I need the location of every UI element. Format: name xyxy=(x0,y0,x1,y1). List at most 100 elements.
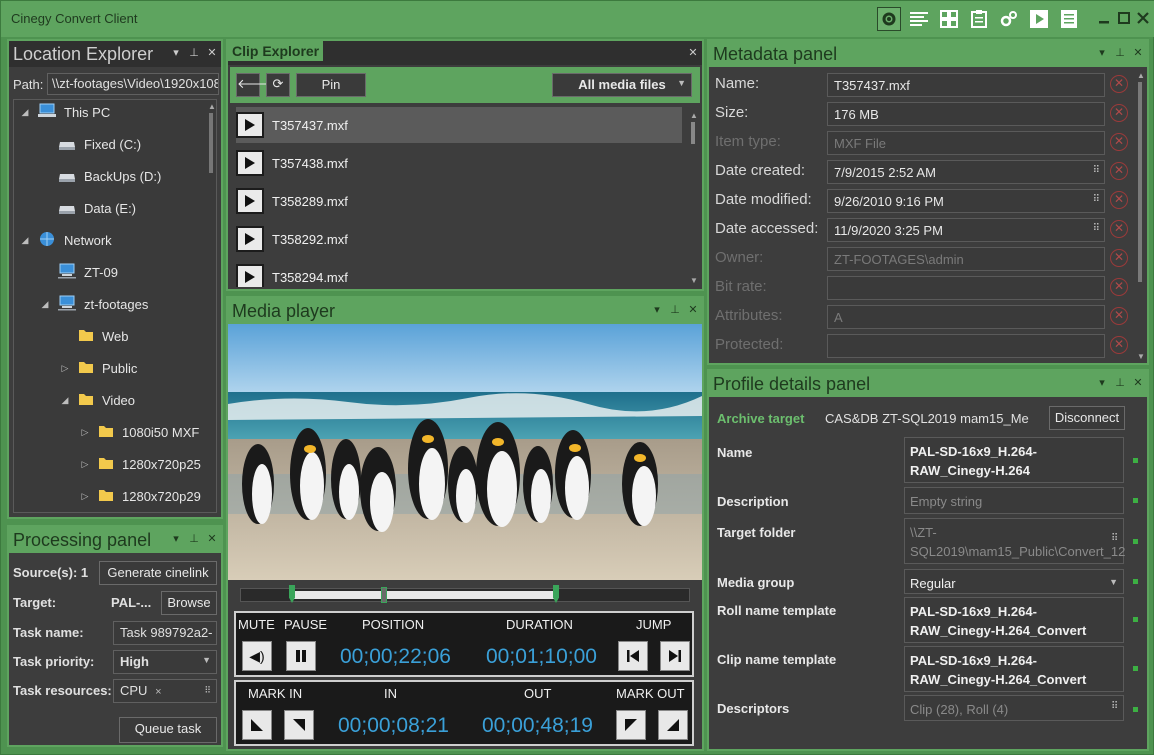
clear-icon[interactable]: ✕ xyxy=(1110,104,1128,122)
roll-name-field[interactable]: PAL-SD-16x9_H.264-RAW_Cinegy-H.264_Conve… xyxy=(904,597,1124,643)
tree-item[interactable]: ZT-09 xyxy=(40,262,118,282)
clipboard-icon[interactable] xyxy=(967,7,991,31)
clear-icon[interactable]: ✕ xyxy=(1110,162,1128,180)
date-picker-icon[interactable]: ⠿ xyxy=(1093,165,1100,176)
metadata-field[interactable]: 7/9/2015 2:52 AM ⠿ xyxy=(827,160,1105,184)
clear-icon[interactable]: ✕ xyxy=(1110,278,1128,296)
clear-icon[interactable]: ✕ xyxy=(1110,307,1128,325)
close-icon[interactable]: ✕ xyxy=(207,532,217,545)
clip-name-field[interactable]: PAL-SD-16x9_H.264-RAW_Cinegy-H.264_Conve… xyxy=(904,646,1124,692)
expand-arrow-icon[interactable]: ▷ xyxy=(60,363,70,374)
descriptors-picker-icon[interactable]: ⠿ xyxy=(1111,701,1118,712)
list-icon[interactable] xyxy=(907,7,931,31)
clip-item[interactable]: T358292.mxf xyxy=(236,221,682,257)
tree-item[interactable]: ▷ 1080i50 MXF xyxy=(80,422,200,442)
gear-icon[interactable] xyxy=(877,7,901,31)
expand-arrow-icon[interactable]: ◢ xyxy=(20,107,30,118)
metadata-scrollbar[interactable]: ▲ ▼ xyxy=(1137,71,1145,361)
dropdown-icon[interactable]: ▾ xyxy=(1097,46,1107,59)
tree-item[interactable]: ◢ zt-footages xyxy=(40,294,148,314)
timeline-track[interactable] xyxy=(240,585,690,603)
expand-arrow-icon[interactable]: ▷ xyxy=(80,491,90,502)
maximize-icon[interactable] xyxy=(1117,11,1131,25)
clear-icon[interactable]: ✕ xyxy=(1110,75,1128,93)
folder-picker-icon[interactable]: ⠿ xyxy=(1111,533,1118,544)
task-priority-select[interactable]: High ▼ xyxy=(113,650,217,674)
clip-item[interactable]: T357438.mxf xyxy=(236,145,682,181)
media-filter-select[interactable]: All media files ▼ xyxy=(552,73,692,97)
clip-item[interactable]: T358289.mxf xyxy=(236,183,682,219)
tree-item[interactable]: ◢ This PC xyxy=(20,102,110,122)
clear-icon[interactable]: ✕ xyxy=(1110,249,1128,267)
jump-start-button[interactable] xyxy=(618,641,648,671)
grid-icon[interactable] xyxy=(937,7,961,31)
pin-button[interactable]: Pin xyxy=(296,73,366,97)
generate-cinelink-button[interactable]: Generate cinelink xyxy=(99,561,217,585)
clear-icon[interactable]: ✕ xyxy=(1110,336,1128,354)
date-picker-icon[interactable]: ⠿ xyxy=(1093,223,1100,234)
play-icon[interactable] xyxy=(236,188,264,214)
mark-out-button[interactable] xyxy=(658,710,688,740)
disconnect-button[interactable]: Disconnect xyxy=(1049,406,1125,430)
close-icon[interactable]: ✕ xyxy=(207,46,217,59)
pin-icon[interactable]: ⊥ xyxy=(670,303,680,316)
queue-task-button[interactable]: Queue task xyxy=(119,717,217,743)
tree-item[interactable]: Fixed (C:) xyxy=(40,134,141,154)
video-frame[interactable] xyxy=(228,324,702,580)
browse-button[interactable]: Browse xyxy=(161,591,217,615)
tree-item[interactable]: ▷ 1280x720p25 xyxy=(80,454,201,474)
document-list-icon[interactable] xyxy=(1057,7,1081,31)
dropdown-icon[interactable]: ▾ xyxy=(171,532,181,545)
close-icon[interactable]: ✕ xyxy=(688,303,698,316)
dropdown-icon[interactable]: ▾ xyxy=(652,303,662,316)
tree-item[interactable]: ▷ Public xyxy=(60,358,138,378)
tree-item[interactable]: ◢ Network xyxy=(20,230,112,250)
profile-name-field[interactable]: PAL-SD-16x9_H.264-RAW_Cinegy-H.264 xyxy=(904,437,1124,483)
mute-button[interactable]: ◀) xyxy=(242,641,272,671)
clip-scrollbar[interactable]: ▲ ▼ xyxy=(690,111,698,285)
tree-item[interactable]: ▷ 1280x720p29 xyxy=(80,486,201,506)
go-to-out-button[interactable] xyxy=(616,710,646,740)
clip-item[interactable]: T358294.mxf xyxy=(236,259,682,287)
target-folder-field[interactable]: \\ZT-SQL2019\mam15_Public\Convert_12 xyxy=(904,518,1125,564)
settings-cogs-icon[interactable] xyxy=(997,7,1021,31)
description-field[interactable]: Empty string xyxy=(904,487,1124,514)
play-icon[interactable] xyxy=(236,264,264,287)
pin-icon[interactable]: ⊥ xyxy=(189,46,199,59)
tree-item[interactable]: BackUps (D:) xyxy=(40,166,161,186)
close-icon[interactable]: ✕ xyxy=(688,46,698,59)
expand-arrow-icon[interactable]: ▷ xyxy=(80,427,90,438)
expand-arrow-icon[interactable]: ◢ xyxy=(40,299,50,310)
go-to-in-button[interactable] xyxy=(284,710,314,740)
pin-icon[interactable]: ⊥ xyxy=(189,532,199,545)
tree-item[interactable]: ◢ Video xyxy=(60,390,135,410)
metadata-field[interactable]: 9/26/2010 9:16 PM ⠿ xyxy=(827,189,1105,213)
tree-item[interactable]: Web xyxy=(60,326,129,346)
clip-item[interactable]: T357437.mxf xyxy=(236,107,682,143)
dropdown-icon[interactable]: ▾ xyxy=(1097,376,1107,389)
metadata-field[interactable]: 11/9/2020 3:25 PM ⠿ xyxy=(827,218,1105,242)
dropdown-icon[interactable]: ▾ xyxy=(171,46,181,59)
mark-out-handle[interactable] xyxy=(553,585,559,603)
pin-icon[interactable]: ⊥ xyxy=(1115,46,1125,59)
task-name-input[interactable]: Task 989792a2- xyxy=(113,621,217,645)
metadata-field[interactable]: T357437.mxf xyxy=(827,73,1105,97)
grid-picker-icon[interactable]: ⠿ xyxy=(204,685,211,696)
mark-in-handle[interactable] xyxy=(289,585,295,603)
descriptors-field[interactable]: Clip (28), Roll (4) xyxy=(904,695,1124,721)
date-picker-icon[interactable]: ⠿ xyxy=(1093,194,1100,205)
back-arrow-icon[interactable]: 🡐 xyxy=(236,73,272,97)
clear-icon[interactable]: ✕ xyxy=(1110,191,1128,209)
refresh-icon[interactable]: ⟳ xyxy=(266,73,290,97)
expand-arrow-icon[interactable]: ◢ xyxy=(20,235,30,246)
play-icon[interactable] xyxy=(236,112,264,138)
close-icon[interactable]: ✕ xyxy=(1133,46,1143,59)
tree-item[interactable]: Data (E:) xyxy=(40,198,136,218)
minimize-icon[interactable] xyxy=(1097,11,1111,25)
remove-tag-icon[interactable]: × xyxy=(155,686,161,698)
pin-icon[interactable]: ⊥ xyxy=(1115,376,1125,389)
close-icon[interactable]: ✕ xyxy=(1133,376,1143,389)
tree-scrollbar[interactable]: ▲ xyxy=(208,102,216,512)
close-window-icon[interactable] xyxy=(1136,11,1150,25)
path-input[interactable]: \\zt-footages\Video\1920x108 xyxy=(47,73,219,95)
